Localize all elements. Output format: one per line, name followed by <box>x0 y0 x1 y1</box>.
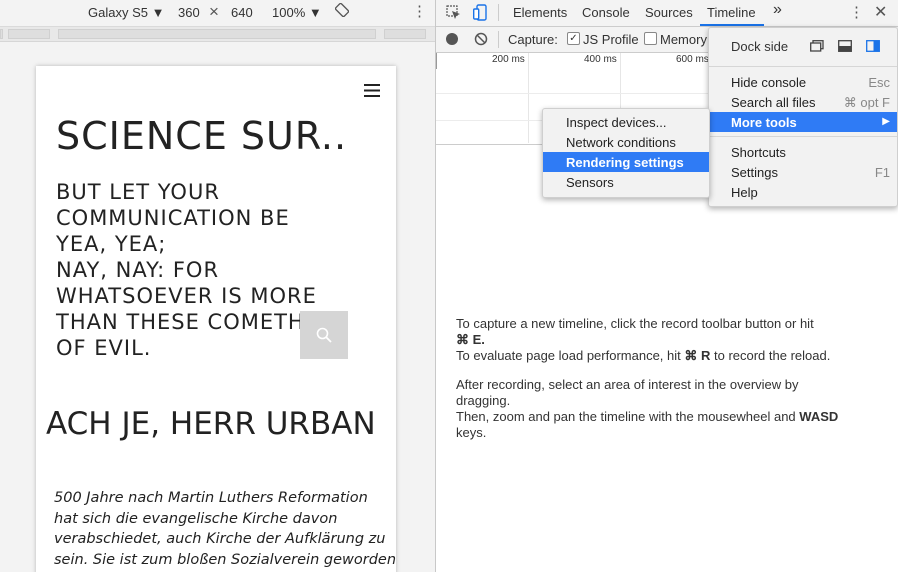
search-icon <box>316 327 332 343</box>
help-shortcut: WASD <box>799 409 839 424</box>
more-options-icon[interactable]: ⋮ <box>412 2 427 20</box>
quote-line: WHATSOEVER IS MORE <box>56 284 317 308</box>
post-line: hat sich die evangelische Kirche davon <box>54 510 338 527</box>
menu-item-rendering-settings[interactable]: Rendering settings <box>543 152 709 172</box>
menu-item-label: Network conditions <box>566 135 676 150</box>
help-text: Then, zoom and pan the timeline with the… <box>456 409 800 424</box>
device-width-input[interactable]: 360 <box>178 5 200 20</box>
tab-timeline[interactable]: Timeline <box>707 5 756 20</box>
js-profile-label: JS Profile <box>583 32 639 47</box>
media-query-bar[interactable] <box>0 27 435 42</box>
customize-menu-icon[interactable]: ⋮ <box>849 3 864 21</box>
post-line: 500 Jahre nach Martin Luthers Reformatio… <box>54 490 368 506</box>
memory-label: Memory <box>660 32 707 47</box>
menu-item-label: Hide console <box>731 75 807 90</box>
more-tools-submenu: Inspect devices... Network conditions Re… <box>542 108 710 198</box>
ruler-label: 400 ms <box>584 54 617 65</box>
help-text: After recording, select an area of inter… <box>456 377 799 392</box>
clear-icon[interactable] <box>474 32 488 49</box>
device-select-label: Galaxy S5 <box>88 5 148 20</box>
help-text: To capture a new timeline, click the rec… <box>456 316 814 331</box>
search-button[interactable] <box>300 311 348 359</box>
devtools-tabbar: Elements Console Sources Timeline » ⋮ ✕ <box>436 0 898 27</box>
zoom-select-label: 100% <box>272 5 306 20</box>
device-select[interactable]: Galaxy S5 ▼ <box>88 5 164 20</box>
menu-item-shortcut: Esc <box>868 75 890 90</box>
dock-bottom-icon[interactable] <box>838 40 852 55</box>
js-profile-checkbox[interactable]: ✓ <box>567 32 580 45</box>
menu-item-help[interactable]: Help <box>709 182 897 202</box>
menu-item-shortcut: F1 <box>874 165 890 180</box>
timeline-instructions: To capture a new timeline, click the rec… <box>456 316 896 441</box>
help-text: To evaluate page load performance, hit <box>456 348 685 363</box>
record-icon[interactable] <box>446 33 458 45</box>
ruler-label: 600 ms <box>676 54 709 65</box>
undock-icon[interactable] <box>810 40 824 55</box>
more-tabs-button[interactable]: » <box>773 1 782 19</box>
quote-line: NAY, NAY: FOR <box>56 258 220 282</box>
zoom-select[interactable]: 100% ▼ <box>272 5 322 20</box>
quote-line: YEA, YEA; <box>56 232 167 256</box>
menu-item-settings[interactable]: Settings F1 <box>709 162 897 182</box>
site-title[interactable]: SCIENCE SUR.. <box>56 114 347 158</box>
device-toolbar: Galaxy S5 ▼ 360 × 640 100% ▼ ⋮ <box>0 0 435 27</box>
device-viewport-pane: Galaxy S5 ▼ 360 × 640 100% ▼ ⋮ SCIENCE S… <box>0 0 435 572</box>
dimension-separator: × <box>209 2 219 21</box>
help-text: dragging. <box>456 393 511 408</box>
ruler-label: 200 ms <box>492 54 525 65</box>
emulated-page: SCIENCE SUR.. BUT LET YOUR COMMUNICATION… <box>36 66 396 572</box>
dock-side-label: Dock side <box>731 39 789 54</box>
device-mode-icon[interactable] <box>472 4 487 24</box>
memory-checkbox[interactable] <box>644 32 657 45</box>
menu-item-search-all-files[interactable]: Search all files ⌘ opt F <box>709 92 897 112</box>
help-shortcut: ⌘ R <box>684 348 711 363</box>
site-quote: BUT LET YOUR COMMUNICATION BE YEA, YEA; … <box>56 179 326 361</box>
menu-item-hide-console[interactable]: Hide console Esc <box>709 72 897 92</box>
tab-elements[interactable]: Elements <box>513 5 567 20</box>
quote-line: OF EVIL. <box>56 336 152 360</box>
rotate-icon[interactable] <box>334 2 350 20</box>
menu-item-label: Settings <box>731 165 778 180</box>
post-line: verabschiedet, auch Kirche der Aufklärun… <box>54 531 386 547</box>
quote-line: THAN THESE COMETH <box>56 310 305 334</box>
menu-item-label: Shortcuts <box>731 145 786 160</box>
inspect-element-icon[interactable] <box>446 5 461 23</box>
help-shortcut: ⌘ E. <box>456 332 485 347</box>
menu-item-label: Help <box>731 185 758 200</box>
active-tab-indicator <box>700 24 764 26</box>
menu-item-label: Rendering settings <box>566 155 684 170</box>
post-excerpt: 500 Jahre nach Martin Luthers Reformatio… <box>54 488 396 570</box>
customize-menu: Dock side Hide console Esc Search all fil… <box>708 27 898 207</box>
menu-item-inspect-devices[interactable]: Inspect devices... <box>543 112 709 132</box>
menu-item-shortcut: ⌘ opt F <box>843 95 890 110</box>
dock-right-icon[interactable] <box>866 40 880 55</box>
submenu-arrow-icon: ▶ <box>882 116 890 127</box>
quote-line: BUT LET YOUR <box>56 180 220 204</box>
menu-item-sensors[interactable]: Sensors <box>543 172 709 192</box>
menu-item-label: Search all files <box>731 95 816 110</box>
menu-item-more-tools[interactable]: More tools ▶ <box>709 112 897 132</box>
tab-console[interactable]: Console <box>582 5 630 20</box>
menu-item-shortcuts[interactable]: Shortcuts <box>709 142 897 162</box>
menu-item-label: Inspect devices... <box>566 115 667 130</box>
capture-label: Capture: <box>508 32 558 47</box>
help-text: to record the reload. <box>710 348 831 363</box>
menu-item-label: More tools <box>731 115 797 130</box>
device-height-input[interactable]: 640 <box>231 5 253 20</box>
menu-item-network-conditions[interactable]: Network conditions <box>543 132 709 152</box>
tab-sources[interactable]: Sources <box>645 5 693 20</box>
post-line: sein. Sie ist zum bloßen Sozialverein ge… <box>54 551 396 568</box>
menu-item-label: Sensors <box>566 175 614 190</box>
hamburger-menu-icon[interactable] <box>364 84 380 100</box>
quote-line: COMMUNICATION BE <box>56 206 290 230</box>
help-text: keys. <box>456 425 487 440</box>
post-title[interactable]: ACH JE, HERR URBAN <box>46 406 376 442</box>
close-devtools-icon[interactable]: ✕ <box>874 2 887 22</box>
